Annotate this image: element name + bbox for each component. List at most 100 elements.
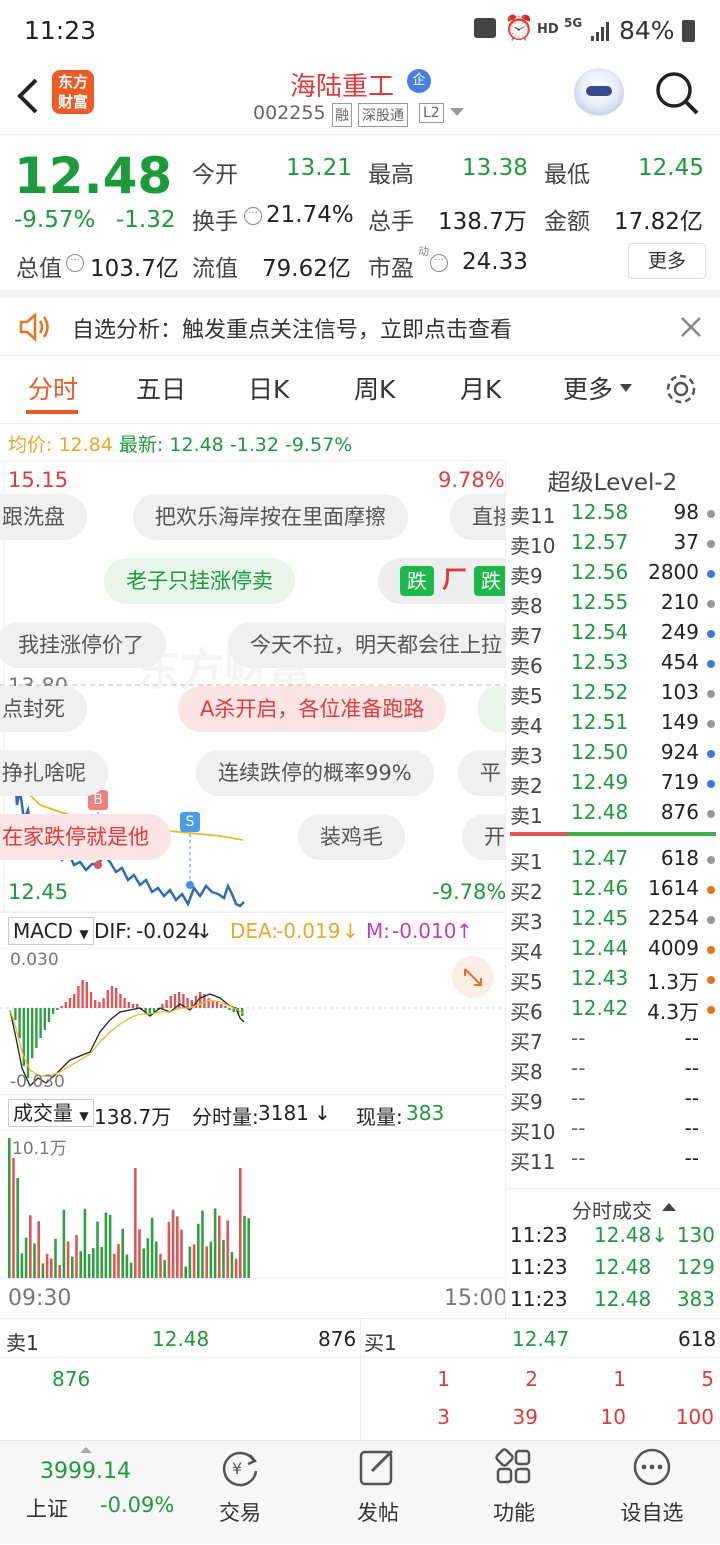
close-icon[interactable] xyxy=(680,316,702,338)
sell-level-price: 12.55 xyxy=(571,590,629,614)
stock-name: 海陆重工 xyxy=(290,72,395,102)
queue-order: 10 xyxy=(600,1405,626,1429)
logo-line1: 东方 xyxy=(57,73,88,91)
more-button[interactable]: 更多 xyxy=(628,243,706,279)
sell-levels: 卖11 12.58 98 卖10 12.57 37 卖9 12.56 2800 卖8 12.55 21… xyxy=(506,500,720,830)
intraday-chart-area[interactable]: 均价: 12.84 最新: 12.48 -1.32 -9.57% 东方财富 B … xyxy=(0,424,508,1319)
info-icon[interactable]: ··· xyxy=(244,207,262,225)
low-value: 12.45 xyxy=(638,155,704,181)
volume-bar xyxy=(167,1222,171,1278)
sell-level-row[interactable]: 卖10 12.57 37 xyxy=(506,530,720,560)
tab-monthly-k[interactable]: 月K xyxy=(460,370,501,406)
volume-bar xyxy=(54,1238,57,1278)
sell-level-row[interactable]: 卖5 12.52 103 xyxy=(506,680,720,710)
nav-watchlist[interactable]: 设自选 xyxy=(582,1441,720,1545)
buy-level-row[interactable]: 买6 12.42 4.3万 xyxy=(506,996,720,1026)
queue-buy-volume: 618 xyxy=(678,1327,717,1351)
arrow-emoji: ㄏ xyxy=(441,565,468,595)
buy-level-volume: 4.3万 xyxy=(647,1000,699,1024)
trade-price: 12.48 xyxy=(594,1255,652,1279)
buy-level-row[interactable]: 买7 -- -- xyxy=(506,1026,720,1056)
volume-bar xyxy=(66,1241,70,1278)
info-icon[interactable]: ··· xyxy=(430,254,448,272)
volume-bar xyxy=(58,1264,61,1278)
sell-level-row[interactable]: 卖8 12.55 210 xyxy=(506,590,720,620)
sell-level-row[interactable]: 卖4 12.51 149 xyxy=(506,710,720,740)
sell-level-row[interactable]: 卖9 12.56 2800 xyxy=(506,560,720,590)
trade-price: 12.48 xyxy=(594,1287,652,1311)
chevron-down-icon: ▼ xyxy=(79,927,89,941)
chevron-up-icon[interactable] xyxy=(662,1201,676,1213)
robot-visor xyxy=(586,86,612,96)
nav-function[interactable]: 功能 xyxy=(444,1441,584,1545)
time-end: 15:00 xyxy=(444,1286,508,1311)
tab-more[interactable]: 更多 xyxy=(563,370,613,406)
sell-level-row[interactable]: 卖3 12.50 924 xyxy=(506,740,720,770)
nav-post[interactable]: 发帖 xyxy=(308,1441,448,1545)
buy-level-row[interactable]: 买10 -- -- xyxy=(506,1116,720,1146)
danmu-item[interactable]: 把欢乐海岸按在里面摩擦 xyxy=(133,494,408,540)
sell-level-row[interactable]: 卖11 12.58 98 xyxy=(506,500,720,530)
danmu-emoji-bubble[interactable]: 跌 ㄏ 跌 xyxy=(378,558,505,604)
buy-level-row[interactable]: 买1 12.47 618 xyxy=(506,846,720,876)
robot-assistant-icon[interactable] xyxy=(574,68,624,118)
back-arrow-icon[interactable] xyxy=(14,76,42,116)
danmu-item[interactable]: A杀开启，各位准备跑路 xyxy=(178,686,447,732)
macd-bar xyxy=(81,980,84,1008)
dropdown-icon[interactable] xyxy=(450,108,464,118)
volume-bar xyxy=(192,1244,196,1278)
volume-select[interactable]: 成交量 ▼ xyxy=(8,1099,94,1127)
buy-level-row[interactable]: 买9 -- -- xyxy=(506,1086,720,1116)
danmu-item[interactable]: 装鸡毛 xyxy=(298,814,405,860)
sell-level-row[interactable]: 卖1 12.48 876 xyxy=(506,800,720,830)
danmu-item[interactable]: 开 xyxy=(462,814,505,860)
buy-level-row[interactable]: 买5 12.43 1.3万 xyxy=(506,966,720,996)
macd-chart[interactable] xyxy=(0,948,505,1094)
danmu-item[interactable]: 平 xyxy=(458,750,505,796)
app-logo[interactable]: 东方 财富 xyxy=(52,70,94,114)
danmu-item[interactable]: 点封死 xyxy=(0,686,87,732)
index-ticker[interactable]: 3999.14 上证 -0.09% xyxy=(0,1441,174,1545)
search-icon[interactable] xyxy=(654,70,700,116)
danmu-item[interactable]: 连续跌停的概率99% xyxy=(196,750,434,796)
trade-volume: 130 xyxy=(676,1223,715,1247)
volume-bar xyxy=(50,1258,53,1278)
macd-select[interactable]: MACD ▼ xyxy=(8,917,94,945)
danmu-item[interactable]: 在家跌停就是他 xyxy=(0,814,171,860)
trade-time: 11:23 xyxy=(510,1223,568,1247)
macd-bar xyxy=(68,998,72,1008)
danmu-item[interactable]: 直接 xyxy=(450,494,505,540)
buy-queue-orders: 1 2 1 5 3 39 10 100 xyxy=(360,1359,720,1439)
sell-level-label: 卖3 xyxy=(510,744,543,768)
danmu-item[interactable]: 今天不拉，明天都会往上拉 xyxy=(228,622,505,668)
sell-level-label: 卖6 xyxy=(510,654,543,678)
danmu-item[interactable]: 挣扎啥呢 xyxy=(0,750,108,796)
buy-level-row[interactable]: 买2 12.46 1614 xyxy=(506,876,720,906)
buy-level-row[interactable]: 买3 12.45 2254 xyxy=(506,906,720,936)
nav-trade[interactable]: ¥ 交易 xyxy=(170,1441,310,1545)
sell-level-row[interactable]: 卖6 12.53 454 xyxy=(506,650,720,680)
danmu-item[interactable] xyxy=(478,686,505,732)
volume-bar xyxy=(12,1158,15,1278)
tab-daily-k[interactable]: 日K xyxy=(248,370,289,406)
volume-chart[interactable] xyxy=(0,1130,505,1280)
tab-weekly-k[interactable]: 周K xyxy=(354,370,395,406)
expand-button[interactable] xyxy=(452,956,494,998)
queue-order: 1 xyxy=(437,1367,450,1391)
danmu-item[interactable]: 老子只挂涨停卖 xyxy=(104,558,295,604)
volume-bar xyxy=(188,1246,192,1278)
buy-level-row[interactable]: 买4 12.44 4009 xyxy=(506,936,720,966)
tab-intraday[interactable]: 分时 xyxy=(28,370,78,406)
tab-five-day[interactable]: 五日 xyxy=(136,370,186,406)
info-icon[interactable]: ··· xyxy=(66,254,84,272)
notice-bar[interactable]: 自选分析：触发重点关注信号，立即点击查看 xyxy=(0,290,720,356)
danmu-item[interactable]: 跟洗盘 xyxy=(0,494,87,540)
buy-level-row[interactable]: 买8 -- -- xyxy=(506,1056,720,1086)
buy-level-price: 12.43 xyxy=(571,966,629,990)
buy-level-row[interactable]: 买11 -- -- xyxy=(506,1146,720,1176)
trades-title[interactable]: 分时成交 xyxy=(572,1195,652,1224)
sell-level-row[interactable]: 卖7 12.54 249 xyxy=(506,620,720,650)
danmu-item[interactable]: 我挂涨停价了 xyxy=(0,622,166,668)
sell-level-row[interactable]: 卖2 12.49 719 xyxy=(506,770,720,800)
settings-gear-icon[interactable] xyxy=(664,372,698,406)
